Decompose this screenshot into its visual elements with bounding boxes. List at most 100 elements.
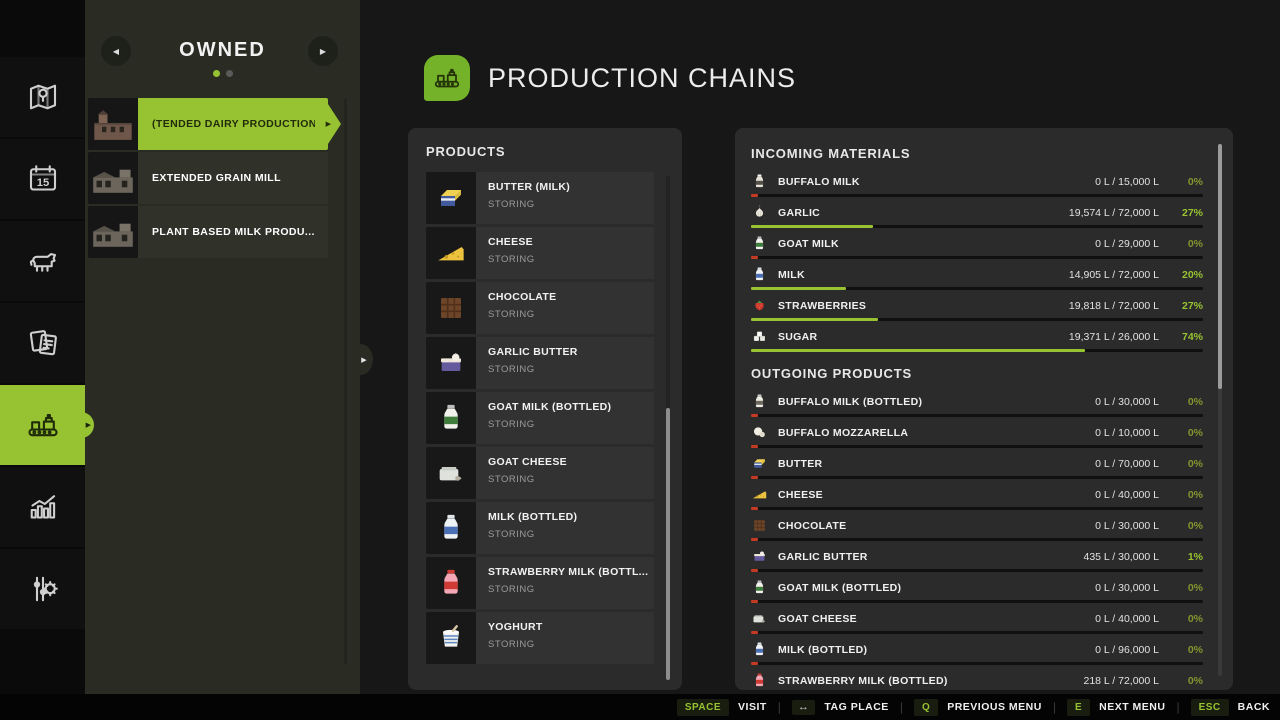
product-name: BUTTER (MILK) bbox=[488, 181, 654, 193]
production-thumbnail bbox=[88, 152, 138, 204]
buffalo-milk-bottle-icon bbox=[751, 393, 768, 410]
material-row: GOAT MILK (BOTTLED)0 L / 30,000 L0% bbox=[751, 579, 1203, 603]
keybind-action-label: PREVIOUS MENU bbox=[947, 701, 1042, 713]
production-icon bbox=[25, 407, 61, 443]
fill-level-bar-empty bbox=[751, 256, 758, 259]
sidebar-item-map[interactable] bbox=[0, 57, 85, 137]
panel-collapse-handle[interactable]: ▶ bbox=[348, 344, 373, 375]
key-space[interactable]: SPACE bbox=[677, 699, 729, 716]
tuning-icon bbox=[25, 571, 61, 607]
products-panel: PRODUCTS BUTTER (MILK)STORINGCHEESESTORI… bbox=[408, 128, 682, 690]
keybind-separator: | bbox=[778, 700, 781, 714]
key-e[interactable]: E bbox=[1067, 699, 1090, 716]
material-row: MILK14,905 L / 72,000 L20% bbox=[751, 266, 1203, 290]
svg-text:15: 15 bbox=[36, 177, 49, 189]
sidebar-item-calendar[interactable]: 15 bbox=[0, 139, 85, 219]
materials-scrollbar[interactable] bbox=[1218, 144, 1222, 676]
documents-icon bbox=[25, 325, 61, 361]
garlic-butter-icon bbox=[435, 347, 467, 379]
product-row[interactable]: BUTTER (MILK)STORING bbox=[426, 172, 654, 224]
pagination-dot-2[interactable] bbox=[226, 70, 233, 77]
owned-next-button[interactable]: ▶ bbox=[308, 36, 338, 66]
material-name: BUFFALO MILK (BOTTLED) bbox=[778, 396, 922, 408]
stats-icon bbox=[25, 489, 61, 525]
product-row[interactable]: CHEESESTORING bbox=[426, 227, 654, 279]
product-icon-tile bbox=[426, 392, 476, 444]
material-amount: 19,574 L / 72,000 L bbox=[1069, 207, 1159, 219]
material-amount: 19,371 L / 26,000 L bbox=[1069, 331, 1159, 343]
goat-cheese-icon bbox=[435, 457, 467, 489]
sidebar-item-statistics[interactable] bbox=[0, 467, 85, 547]
product-icon-tile bbox=[426, 447, 476, 499]
product-row[interactable]: YOGHURTSTORING bbox=[426, 612, 654, 664]
active-tab-arrow-icon: ▶ bbox=[86, 421, 91, 429]
garlic-icon bbox=[751, 204, 768, 221]
pagination-dot-1[interactable] bbox=[213, 70, 220, 77]
fill-level-bar-empty bbox=[751, 600, 758, 603]
fill-level-track bbox=[751, 256, 1203, 259]
product-row[interactable]: CHOCOLATESTORING bbox=[426, 282, 654, 334]
material-row: BUFFALO MOZZARELLA0 L / 10,000 L0% bbox=[751, 424, 1203, 448]
material-amount: 0 L / 15,000 L bbox=[1095, 176, 1159, 188]
material-row: SUGAR19,371 L / 26,000 L74% bbox=[751, 328, 1203, 352]
product-row[interactable]: GOAT MILK (BOTTLED)STORING bbox=[426, 392, 654, 444]
owned-scrollbar[interactable] bbox=[344, 98, 347, 664]
sidebar-item-animals[interactable] bbox=[0, 221, 85, 301]
material-name: STRAWBERRIES bbox=[778, 300, 866, 312]
owned-production-item[interactable]: (TENDED DAIRY PRODUCTION▶ bbox=[88, 98, 328, 150]
product-row[interactable]: GARLIC BUTTERSTORING bbox=[426, 337, 654, 389]
key-q[interactable]: Q bbox=[914, 699, 938, 716]
material-percent: 1% bbox=[1159, 551, 1203, 563]
left-right-arrows-icon[interactable]: ↔ bbox=[792, 700, 816, 715]
incoming-materials-list: BUFFALO MILK0 L / 15,000 L0%GARLIC19,574… bbox=[751, 173, 1203, 352]
fill-level-bar-empty bbox=[751, 414, 758, 417]
fill-level-track bbox=[751, 476, 1203, 479]
fill-level-track bbox=[751, 662, 1203, 665]
products-scrollbar[interactable] bbox=[666, 176, 670, 680]
fill-level-track bbox=[751, 225, 1203, 228]
product-status: STORING bbox=[488, 529, 654, 540]
material-amount: 218 L / 72,000 L bbox=[1083, 675, 1159, 687]
owned-pagination-dots bbox=[85, 70, 360, 77]
fill-level-bar-empty bbox=[751, 476, 758, 479]
fill-level-track bbox=[751, 600, 1203, 603]
products-scrollbar-thumb[interactable] bbox=[666, 408, 670, 680]
material-name: GARLIC BUTTER bbox=[778, 551, 868, 563]
product-name: MILK (BOTTLED) bbox=[488, 511, 654, 523]
material-row: BUFFALO MILK0 L / 15,000 L0% bbox=[751, 173, 1203, 197]
owned-production-item[interactable]: PLANT BASED MILK PRODU... bbox=[88, 206, 328, 258]
sidebar-item-settings[interactable] bbox=[0, 549, 85, 629]
key-esc[interactable]: ESC bbox=[1191, 699, 1229, 716]
butter-icon bbox=[751, 455, 768, 472]
product-status: STORING bbox=[488, 584, 654, 595]
production-thumbnail bbox=[88, 206, 138, 258]
material-row: STRAWBERRIES19,818 L / 72,000 L27% bbox=[751, 297, 1203, 321]
product-status: STORING bbox=[488, 419, 654, 430]
sidebar-item-production-chains[interactable]: ▶ bbox=[0, 385, 85, 465]
product-info: STRAWBERRY MILK (BOTTL...STORING bbox=[476, 557, 654, 609]
product-status: STORING bbox=[488, 474, 654, 485]
fill-level-bar bbox=[751, 318, 878, 321]
yoghurt-cup-icon bbox=[435, 622, 467, 654]
product-row[interactable]: MILK (BOTTLED) STORING bbox=[426, 502, 654, 554]
product-icon-tile bbox=[426, 227, 476, 279]
outgoing-products-title: OUTGOING PRODUCTS bbox=[751, 366, 1203, 381]
mill-building-icon bbox=[91, 216, 135, 249]
material-row: MILK (BOTTLED)0 L / 96,000 L0% bbox=[751, 641, 1203, 665]
material-name: GOAT MILK bbox=[778, 238, 839, 250]
mill-building-icon bbox=[91, 162, 135, 195]
fill-level-track bbox=[751, 349, 1203, 352]
materials-scrollbar-thumb[interactable] bbox=[1218, 144, 1222, 389]
keybind-group: ESCBACK bbox=[1191, 699, 1270, 716]
strawberry-milk-bottle-icon bbox=[435, 567, 467, 599]
fill-level-bar-empty bbox=[751, 445, 758, 448]
sidebar: 15 ▶ bbox=[0, 0, 85, 720]
product-row[interactable]: STRAWBERRY MILK (BOTTL...STORING bbox=[426, 557, 654, 609]
sidebar-item-contracts[interactable] bbox=[0, 303, 85, 383]
product-row[interactable]: GOAT CHEESESTORING bbox=[426, 447, 654, 499]
owned-production-item[interactable]: EXTENDED GRAIN MILL bbox=[88, 152, 328, 204]
outgoing-products-list: BUFFALO MILK (BOTTLED)0 L / 30,000 L0%BU… bbox=[751, 393, 1203, 690]
material-name: BUTTER bbox=[778, 458, 822, 470]
keybind-separator: | bbox=[900, 700, 903, 714]
production-thumbnail bbox=[88, 98, 138, 150]
